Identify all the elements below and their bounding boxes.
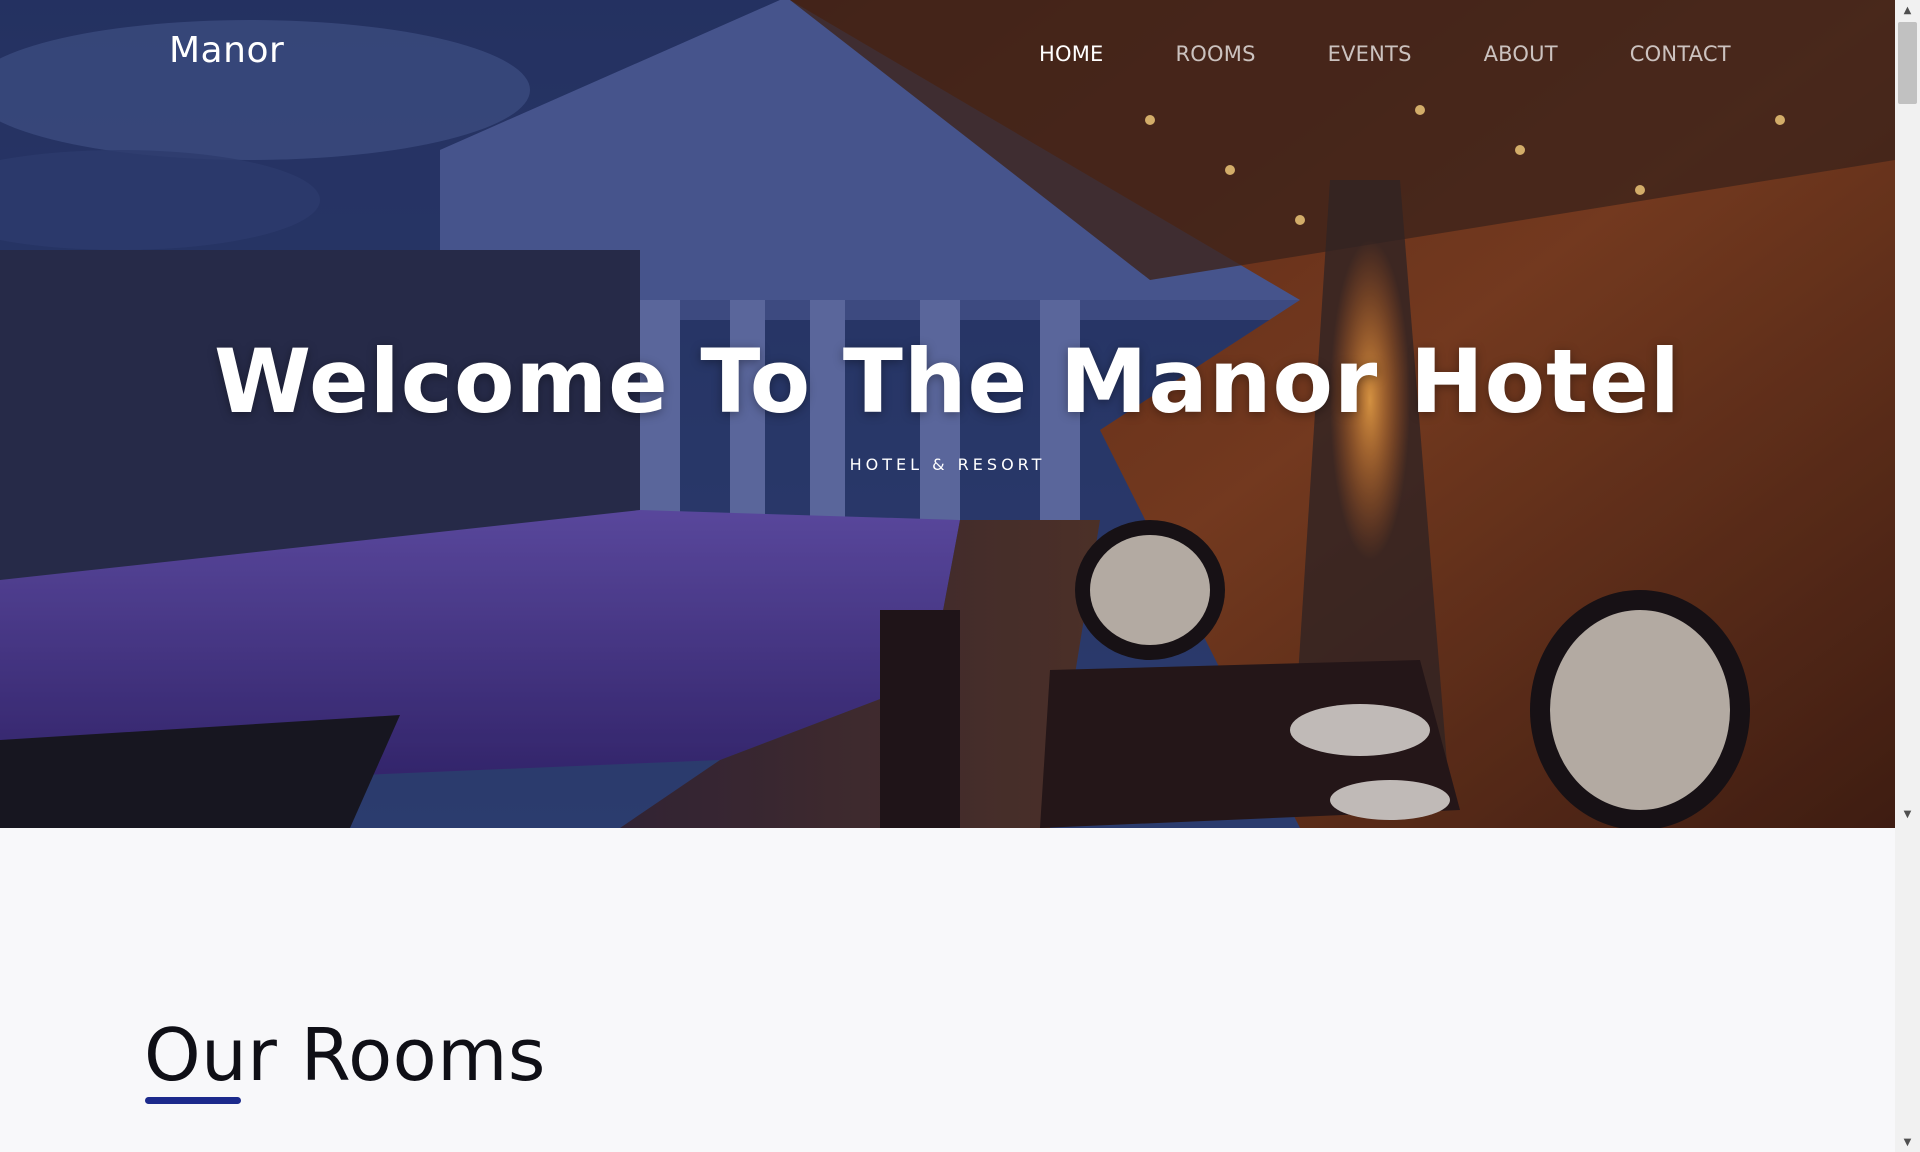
triangle-down-icon[interactable]: ▼ (1895, 1132, 1920, 1152)
title-underline (145, 1097, 241, 1104)
navbar: Manor HOME ROOMS EVENTS ABOUT CONTACT (0, 0, 1895, 110)
hero-subtitle: HOTEL & RESORT (849, 455, 1046, 474)
hero-title: Welcome To The Manor Hotel (214, 330, 1681, 433)
triangle-down-icon[interactable]: ▼ (1895, 806, 1920, 822)
nav-link-about[interactable]: ABOUT (1484, 42, 1558, 66)
nav-link-events[interactable]: EVENTS (1328, 42, 1412, 66)
nav-links: HOME ROOMS EVENTS ABOUT CONTACT (1039, 42, 1731, 66)
rooms-section: Our Rooms (0, 828, 1895, 1152)
nav-link-contact[interactable]: CONTACT (1630, 42, 1731, 66)
scrollbar-thumb[interactable] (1898, 22, 1917, 104)
triangle-up-icon[interactable]: ▲ (1895, 0, 1920, 20)
scrollbar[interactable]: ▲ ▼ ▼ (1895, 0, 1920, 1152)
hero-section: Manor HOME ROOMS EVENTS ABOUT CONTACT We… (0, 0, 1895, 828)
nav-link-home[interactable]: HOME (1039, 42, 1104, 66)
page-viewport: Manor HOME ROOMS EVENTS ABOUT CONTACT We… (0, 0, 1895, 1152)
section-title: Our Rooms (144, 1013, 546, 1097)
nav-link-rooms[interactable]: ROOMS (1176, 42, 1256, 66)
brand-logo[interactable]: Manor (169, 30, 284, 71)
